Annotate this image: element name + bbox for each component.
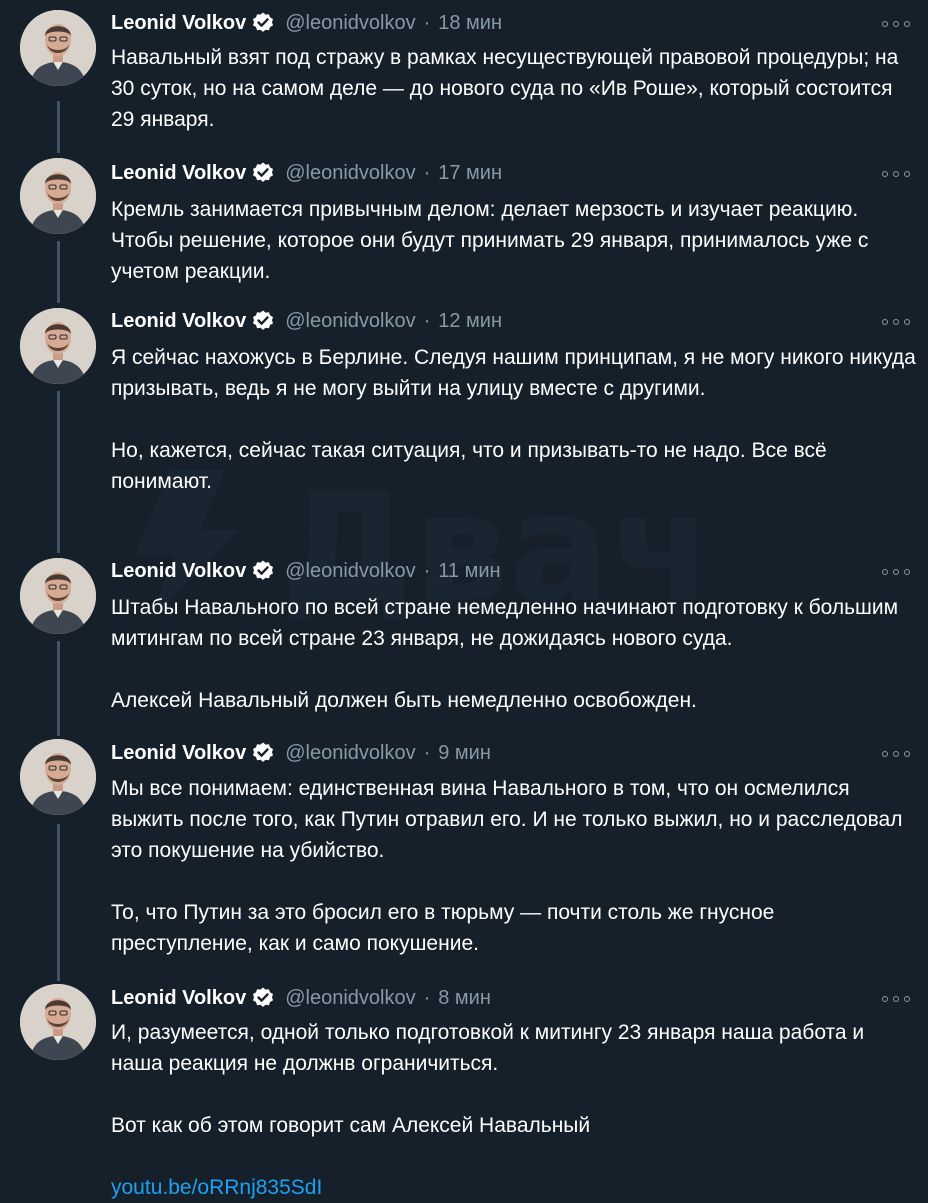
separator-dot: · — [423, 559, 431, 582]
author-name[interactable]: Leonid Volkov — [111, 162, 246, 185]
tweet-text: Я сейчас нахожусь в Берлине. Следуя наши… — [111, 342, 916, 497]
author-handle[interactable]: @leonidvolkov — [285, 742, 415, 765]
author-name[interactable]: Leonid Volkov — [111, 560, 246, 583]
tweet-paragraph: Навальный взят под стражу в рамках несущ… — [111, 46, 899, 131]
avatar[interactable] — [20, 558, 96, 634]
more-options-icon[interactable] — [882, 312, 910, 332]
tweet-header: Leonid Volkov @leonidvolkov · 9 мин — [111, 738, 491, 768]
tweet-paragraph: Но, кажется, сейчас такая ситуация, что … — [111, 439, 827, 493]
avatar[interactable] — [20, 308, 96, 384]
tweet-text: И, разумеется, одной только подготовкой … — [111, 1017, 916, 1203]
avatar[interactable] — [20, 739, 96, 815]
author-name[interactable]: Leonid Volkov — [111, 987, 246, 1010]
avatar[interactable] — [20, 158, 96, 234]
tweet-thread: Leonid Volkov @leonidvolkov · 18 мин Нав… — [0, 0, 928, 1199]
separator-dot: · — [423, 161, 431, 184]
separator-dot: · — [423, 986, 431, 1009]
tweet-header: Leonid Volkov @leonidvolkov · 11 мин — [111, 556, 501, 586]
tweet-link[interactable]: youtu.be/oRRnj835SdI — [111, 1176, 322, 1199]
tweet-paragraph: Алексей Навальный должен быть немедленно… — [111, 689, 697, 712]
verified-icon — [251, 161, 275, 185]
tweet-paragraph: Вот как об этом говорит сам Алексей Нава… — [111, 1114, 591, 1137]
tweet-header: Leonid Volkov @leonidvolkov · 18 мин — [111, 8, 502, 38]
author-name[interactable]: Leonid Volkov — [111, 12, 246, 35]
tweet-text: Мы все понимаем: единственная вина Навал… — [111, 773, 916, 959]
author-name[interactable]: Leonid Volkov — [111, 310, 246, 333]
thread-connector-line — [57, 641, 60, 736]
tweet-time[interactable]: 17 мин — [438, 162, 502, 185]
more-options-icon[interactable] — [882, 562, 910, 582]
tweet-header: Leonid Volkov @leonidvolkov · 8 мин — [111, 983, 491, 1013]
author-handle[interactable]: @leonidvolkov — [285, 162, 415, 185]
tweet-paragraph: То, что Путин за это бросил его в тюрьму… — [111, 901, 775, 955]
tweet-time[interactable]: 9 мин — [438, 742, 491, 765]
separator-dot: · — [423, 741, 431, 764]
verified-icon — [251, 986, 275, 1010]
tweet-paragraph: Я сейчас нахожусь в Берлине. Следуя наши… — [111, 346, 916, 400]
thread-connector-line — [57, 101, 60, 153]
tweet-paragraph: Кремль занимается привычным делом: делае… — [111, 198, 869, 283]
tweet-time[interactable]: 12 мин — [438, 310, 502, 333]
tweet-paragraph: И, разумеется, одной только подготовкой … — [111, 1021, 865, 1075]
separator-dot: · — [423, 11, 431, 34]
tweet-paragraph: Штабы Навального по всей стране немедлен… — [111, 596, 899, 650]
tweet-header: Leonid Volkov @leonidvolkov · 17 мин — [111, 158, 502, 188]
verified-icon — [251, 11, 275, 35]
more-options-icon[interactable] — [882, 164, 910, 184]
thread-connector-line — [57, 824, 60, 981]
tweet-text: Навальный взят под стражу в рамках несущ… — [111, 42, 916, 135]
author-handle[interactable]: @leonidvolkov — [285, 310, 415, 333]
verified-icon — [251, 741, 275, 765]
tweet-header: Leonid Volkov @leonidvolkov · 12 мин — [111, 306, 502, 336]
author-handle[interactable]: @leonidvolkov — [285, 560, 415, 583]
avatar[interactable] — [20, 984, 96, 1060]
tweet-paragraph: Мы все понимаем: единственная вина Навал… — [111, 777, 903, 862]
author-handle[interactable]: @leonidvolkov — [285, 12, 415, 35]
verified-icon — [251, 559, 275, 583]
separator-dot: · — [423, 309, 431, 332]
tweet-time[interactable]: 8 мин — [438, 987, 491, 1010]
avatar[interactable] — [20, 10, 96, 86]
thread-connector-line — [57, 241, 60, 303]
verified-icon — [251, 309, 275, 333]
author-handle[interactable]: @leonidvolkov — [285, 987, 415, 1010]
author-name[interactable]: Leonid Volkov — [111, 742, 246, 765]
tweet-time[interactable]: 18 мин — [438, 12, 502, 35]
thread-connector-line — [57, 391, 60, 553]
more-options-icon[interactable] — [882, 989, 910, 1009]
tweet-text: Кремль занимается привычным делом: делае… — [111, 194, 916, 287]
more-options-icon[interactable] — [882, 14, 910, 34]
tweet-text: Штабы Навального по всей стране немедлен… — [111, 592, 916, 716]
tweet-time[interactable]: 11 мин — [438, 560, 500, 583]
tweet-paragraph: youtu.be/oRRnj835SdI — [111, 1172, 916, 1203]
more-options-icon[interactable] — [882, 744, 910, 764]
